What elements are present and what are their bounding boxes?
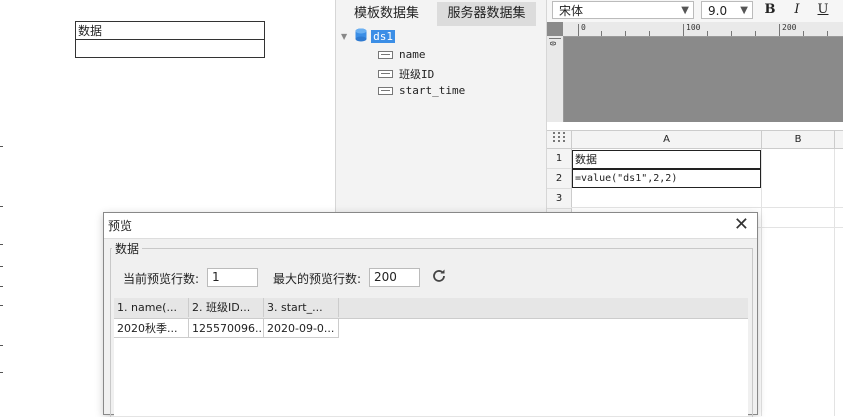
field-icon <box>378 50 393 59</box>
dialog-titlebar[interactable]: 预览 ✕ <box>104 213 757 239</box>
preview-dialog: 预览 ✕ 数据 当前预览行数: 1 最大的预览行数: 200 1. name(.… <box>103 212 758 417</box>
table-cell[interactable]: 2020秋季... <box>114 319 189 338</box>
grid-line <box>761 149 762 416</box>
tab-template-dataset[interactable]: 模板数据集 <box>337 2 436 28</box>
grid-line <box>834 149 835 416</box>
field-label: 班级ID <box>399 68 435 81</box>
result-table-header: 1. name(... 2. 班级ID... 3. start_... <box>114 298 748 319</box>
font-size-select[interactable]: 9.0 ▼ <box>701 1 753 19</box>
dialog-title: 预览 <box>108 219 133 233</box>
tree-field-start-time[interactable]: start_time <box>378 84 465 97</box>
column-header-b[interactable]: B <box>762 131 835 149</box>
ruler-label: 100 <box>686 23 701 32</box>
dataset-panel: 模板数据集 服务器数据集 ▼ ds1 name 班级ID start_time <box>335 0 547 212</box>
edge-mark <box>0 372 3 373</box>
cell-a1[interactable]: 数据 <box>572 150 761 169</box>
horizontal-ruler: 0 100 200 <box>563 22 843 37</box>
report-cell-empty[interactable] <box>75 39 265 58</box>
database-icon <box>355 28 367 45</box>
edge-mark <box>0 305 3 306</box>
underline-button[interactable]: U <box>813 1 833 19</box>
ruler-label: 200 <box>782 23 797 32</box>
paper-preview-canvas: 0 100 200 0 <box>547 22 843 122</box>
tab-server-dataset[interactable]: 服务器数据集 <box>437 2 536 26</box>
edge-mark <box>0 244 3 245</box>
table-cell[interactable]: 125570096... <box>189 319 264 338</box>
vertical-ruler: 0 <box>547 36 564 122</box>
column-header-a[interactable]: A <box>572 131 762 149</box>
font-size-value: 9.0 <box>708 4 728 18</box>
row-header-3[interactable]: 3 <box>547 189 572 209</box>
tree-field-class-id[interactable]: 班级ID <box>378 66 434 82</box>
field-icon <box>378 70 393 78</box>
current-rows-label: 当前预览行数: <box>123 272 200 286</box>
ruler-label: 0 <box>548 41 558 46</box>
close-icon[interactable]: ✕ <box>734 214 749 235</box>
field-label: name <box>399 48 426 61</box>
current-rows-input[interactable]: 1 <box>207 268 258 287</box>
font-family-value: 宋体 <box>559 4 584 18</box>
column-header[interactable]: 1. name(... <box>114 298 189 317</box>
edge-mark <box>0 146 3 147</box>
collapse-arrow-icon[interactable]: ▼ <box>341 32 347 41</box>
max-rows-label: 最大的预览行数: <box>273 272 362 286</box>
edge-mark <box>0 266 3 267</box>
bold-button[interactable]: B <box>760 1 780 19</box>
grid-corner-icon[interactable] <box>547 131 572 149</box>
edge-mark <box>0 345 3 346</box>
ruler-label: 0 <box>581 23 586 32</box>
column-header-c[interactable] <box>835 131 843 149</box>
chevron-down-icon: ▼ <box>740 5 748 16</box>
preview-result-table: 1. name(... 2. 班级ID... 3. start_... 2020… <box>114 298 748 416</box>
row-header-1[interactable]: 1 <box>547 149 572 169</box>
chevron-down-icon: ▼ <box>681 5 689 16</box>
field-label: start_time <box>399 84 466 97</box>
edge-mark <box>0 286 3 287</box>
dataset-name-label: ds1 <box>371 30 396 43</box>
row-header-2[interactable]: 2 <box>547 169 572 189</box>
grid-line <box>571 207 843 208</box>
tree-field-name[interactable]: name <box>378 48 426 61</box>
field-icon <box>378 86 393 95</box>
edge-mark <box>0 206 3 207</box>
refresh-icon[interactable] <box>431 268 447 284</box>
font-family-select[interactable]: 宋体 ▼ <box>552 1 694 19</box>
max-rows-input[interactable]: 200 <box>369 268 420 287</box>
report-cell-header[interactable]: 数据 <box>75 21 265 40</box>
font-toolbar: 宋体 ▼ 9.0 ▼ B I U <box>547 0 843 22</box>
column-header[interactable]: 2. 班级ID... <box>189 298 264 317</box>
column-header[interactable]: 3. start_... <box>264 298 339 317</box>
report-cell-table: 数据 <box>75 21 265 58</box>
cell-a2[interactable]: =value("ds1",2,2) <box>572 169 761 188</box>
tree-node-ds1[interactable]: ▼ ds1 <box>341 28 396 45</box>
table-cell[interactable]: 2020-09-0... <box>264 319 339 338</box>
group-label: 数据 <box>112 240 143 257</box>
italic-button[interactable]: I <box>787 1 807 19</box>
